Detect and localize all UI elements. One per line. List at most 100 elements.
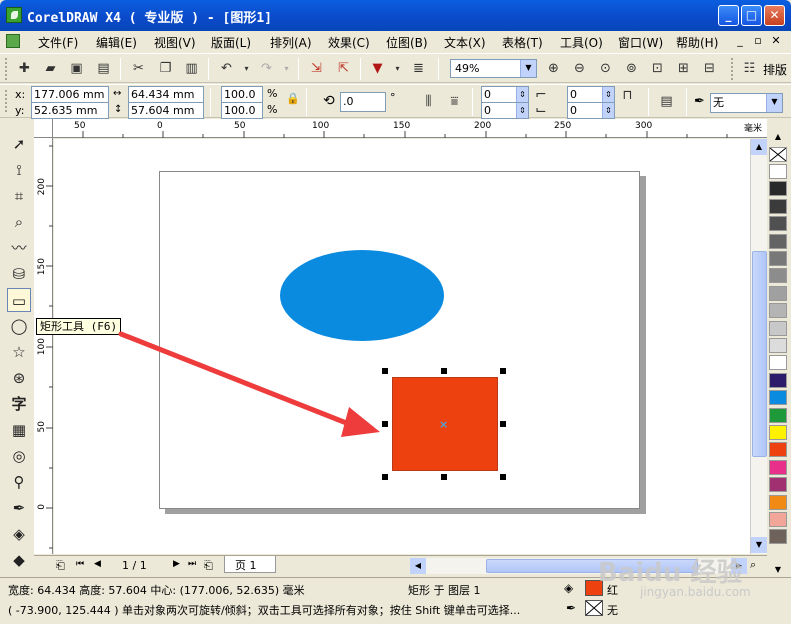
scroll-left-arrow-icon[interactable]: ◀ — [410, 558, 426, 574]
vertical-scrollbar[interactable]: ▲ ▼ — [750, 139, 767, 554]
zoom-page-icon[interactable]: ⊡ — [649, 60, 666, 77]
outline-width-select[interactable]: 无 ▼ — [710, 93, 783, 113]
zoom-all-icon[interactable]: ⊚ — [623, 60, 640, 77]
interactive-fill-tool-icon[interactable]: ◆ — [7, 548, 31, 572]
color-swatch[interactable] — [769, 372, 787, 388]
outline-tool-icon[interactable]: ✒ — [7, 496, 31, 520]
minimize-button[interactable]: _ — [718, 5, 739, 26]
spinner-icon[interactable]: ⇕ — [602, 87, 614, 102]
ruler-origin-corner[interactable] — [34, 119, 53, 138]
eyedropper-tool-icon[interactable]: ⚲ — [7, 470, 31, 494]
basic-shapes-tool-icon[interactable]: ⊛ — [7, 366, 31, 390]
coreldraw-app-icon[interactable] — [6, 7, 22, 23]
polygon-tool-icon[interactable]: ☆ — [7, 340, 31, 364]
lock-ratio-icon[interactable]: 🔒 — [286, 92, 300, 105]
color-swatch[interactable] — [769, 216, 787, 232]
color-swatch[interactable] — [769, 198, 787, 214]
color-swatch[interactable] — [769, 512, 787, 527]
menu-arrange[interactable]: 排列(A) — [270, 34, 312, 51]
layout-icon[interactable]: ☷ — [741, 60, 758, 77]
chevron-down-icon[interactable]: ▼ — [520, 60, 536, 77]
zoom-level-select[interactable]: 49% ▼ — [450, 59, 537, 78]
selection-handle[interactable] — [441, 474, 447, 480]
document-icon[interactable] — [6, 34, 20, 48]
zoom-in-icon[interactable]: ⊕ — [545, 60, 562, 77]
scale-x-field[interactable]: 100.0 — [221, 86, 263, 103]
palette-scroll-down-icon[interactable]: ▼ — [771, 564, 785, 576]
rotation-angle-field[interactable]: .0 — [340, 92, 386, 112]
application-launcher-icon[interactable]: ▼ — [369, 60, 386, 77]
menu-table[interactable]: 表格(T) — [502, 34, 543, 51]
color-swatch[interactable] — [769, 303, 787, 319]
print-icon[interactable]: ▤ — [95, 60, 112, 77]
rectangle-tool-icon[interactable]: ▭ — [7, 288, 31, 312]
selection-handle[interactable] — [500, 421, 506, 427]
color-swatch[interactable] — [769, 285, 787, 301]
cut-icon[interactable]: ✂ — [130, 60, 147, 77]
copy-icon[interactable]: ❐ — [157, 60, 174, 77]
close-button[interactable]: ✕ — [764, 5, 785, 26]
toolbar-grip[interactable] — [5, 58, 8, 80]
page-tab-1[interactable]: 页 1 — [224, 556, 276, 573]
y-position-field[interactable]: 52.635 mm — [31, 102, 109, 119]
freehand-tool-icon[interactable]: 〰 — [7, 236, 31, 260]
doc-close-button[interactable]: ✕ — [769, 34, 783, 48]
first-page-icon[interactable]: ⏮ — [76, 559, 84, 569]
interactive-blend-tool-icon[interactable]: ◎ — [7, 444, 31, 468]
redo-dropdown-icon[interactable]: ▾ — [278, 60, 295, 77]
color-swatch[interactable] — [769, 390, 787, 406]
palette-scroll-up-icon[interactable]: ▲ — [771, 131, 785, 143]
add-page-icon[interactable]: ⎗ — [56, 559, 65, 573]
shape-tool-icon[interactable]: ⟟ — [7, 158, 31, 182]
width-field[interactable]: 64.434 mm — [128, 86, 204, 103]
height-field[interactable]: 57.604 mm — [128, 102, 204, 119]
maximize-button[interactable]: □ — [741, 5, 762, 26]
export-icon[interactable]: ⇱ — [335, 60, 352, 77]
round-corners-lock-icon[interactable]: ⊓ — [619, 87, 636, 104]
wrap-text-icon[interactable]: ▤ — [658, 93, 675, 110]
import-icon[interactable]: ⇲ — [308, 60, 325, 77]
no-color-swatch[interactable] — [769, 147, 787, 162]
table-tool-icon[interactable]: ▦ — [7, 418, 31, 442]
layout-label[interactable]: 排版 — [763, 61, 787, 78]
spinner-icon[interactable]: ⇕ — [516, 87, 528, 102]
color-swatch[interactable] — [769, 442, 787, 458]
paste-icon[interactable]: ▥ — [183, 60, 200, 77]
color-swatch[interactable] — [769, 164, 787, 179]
launcher-dropdown-icon[interactable]: ▾ — [389, 60, 406, 77]
menu-bitmaps[interactable]: 位图(B) — [386, 34, 428, 51]
next-page-icon[interactable]: ▶ — [173, 559, 180, 569]
rectangle-center-marker-icon[interactable]: × — [439, 418, 448, 431]
doc-restore-button[interactable]: ▫ — [751, 34, 765, 48]
color-swatch[interactable] — [769, 251, 787, 266]
last-page-icon[interactable]: ⏭ — [188, 559, 196, 569]
spinner-icon[interactable]: ⇕ — [602, 103, 614, 118]
doc-minimize-button[interactable]: _ — [733, 34, 747, 48]
selection-handle[interactable] — [382, 368, 388, 374]
blue-ellipse[interactable] — [280, 250, 444, 341]
color-swatch[interactable] — [769, 459, 787, 475]
text-tool-icon[interactable]: 字 — [7, 392, 31, 416]
toolbar-grip[interactable] — [731, 58, 734, 80]
color-swatch[interactable] — [769, 425, 787, 440]
corner-radius-top-right[interactable]: 0 ⇕ — [567, 86, 615, 103]
menu-tools[interactable]: 工具(O) — [560, 34, 603, 51]
zoom-tool-icon[interactable]: ⌕ — [7, 210, 31, 234]
vertical-ruler[interactable]: 200 150 100 50 0 — [34, 138, 53, 554]
title-bar[interactable]: CorelDRAW X4 ( 专业版 ) - [图形1] _ □ ✕ — [0, 0, 791, 31]
menu-layout[interactable]: 版面(L) — [211, 34, 251, 51]
zoom-width-icon[interactable]: ⊞ — [675, 60, 692, 77]
selection-handle[interactable] — [382, 474, 388, 480]
drawing-canvas[interactable]: × — [54, 139, 751, 554]
menu-effects[interactable]: 效果(C) — [328, 34, 370, 51]
undo-dropdown-icon[interactable]: ▾ — [238, 60, 255, 77]
selection-handle[interactable] — [441, 368, 447, 374]
previous-page-icon[interactable]: ◀ — [94, 559, 101, 569]
color-swatch[interactable] — [769, 494, 787, 510]
scroll-down-arrow-icon[interactable]: ▼ — [751, 537, 767, 553]
horizontal-ruler[interactable]: 50 0 50 100 150 200 250 300 毫米 — [34, 119, 767, 138]
zoom-height-icon[interactable]: ⊟ — [701, 60, 718, 77]
zoom-out-icon[interactable]: ⊖ — [571, 60, 588, 77]
vertical-scroll-thumb[interactable] — [752, 251, 767, 457]
fill-tool-icon[interactable]: ◈ — [7, 522, 31, 546]
